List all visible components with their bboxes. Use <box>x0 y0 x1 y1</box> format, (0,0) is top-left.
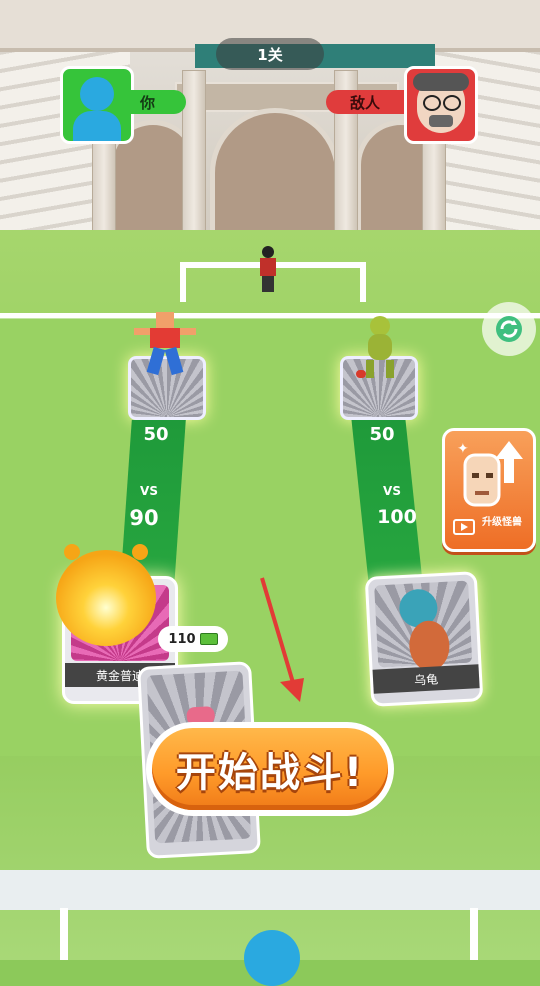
referee-head <box>262 246 274 258</box>
enemy-glasses-icon <box>423 95 441 111</box>
stadium-pillar <box>182 70 206 252</box>
goal-box-line <box>180 262 186 302</box>
enemy-monster-blocky <box>134 312 196 376</box>
level-label: 1关 <box>257 45 283 64</box>
field-line <box>60 908 68 960</box>
card-name: 乌龟 <box>413 671 439 688</box>
card-name-bar: 乌龟 <box>372 664 480 694</box>
lane-right-top-power: 50 <box>369 424 395 445</box>
price-amount: 110 <box>168 631 196 647</box>
lane-left-vs: VS <box>140 484 158 498</box>
card-turtle[interactable]: 乌龟 <box>364 571 484 707</box>
referee-character <box>258 246 278 294</box>
lane-left-top-power: 50 <box>143 424 169 445</box>
enemy-hair <box>413 73 469 91</box>
video-ad-icon <box>453 519 475 535</box>
bottom-walkway <box>0 870 540 910</box>
monster-body <box>150 328 180 348</box>
enemy-name-tag: 敌人 <box>326 90 404 114</box>
cash-icon <box>199 633 218 645</box>
price-tag: 110 <box>158 626 228 652</box>
golden-monster-character <box>46 544 166 648</box>
enemy-avatar <box>404 66 478 144</box>
monster-ear <box>132 544 148 560</box>
monster-head <box>156 312 174 328</box>
hint-arrow-icon <box>260 577 304 702</box>
enemy-name: 敌人 <box>349 93 380 112</box>
level-indicator: 1关 <box>216 38 324 70</box>
player-avatar <box>60 66 134 144</box>
player-head <box>80 77 114 111</box>
monster-leg <box>366 360 374 378</box>
enemy-monster-green <box>356 316 402 380</box>
player-body <box>73 111 121 141</box>
enemy-glasses-icon <box>443 95 461 111</box>
stadium-arch-center <box>210 108 340 250</box>
start-battle-button-face: 开始战斗! <box>152 728 388 810</box>
upgrade-label: 升级怪兽 <box>482 517 522 528</box>
monster-head <box>370 316 390 336</box>
monster-arm <box>134 328 150 335</box>
monster-body <box>368 334 392 360</box>
refresh-icon <box>496 316 522 342</box>
field-line <box>470 908 478 960</box>
svg-text:✦: ✦ <box>457 441 469 457</box>
start-battle-button[interactable]: 开始战斗! <box>146 722 394 816</box>
refresh-button[interactable] <box>482 302 536 356</box>
upgrade-monster-button[interactable]: ✦ 升级怪兽 <box>442 428 536 552</box>
monster-leg <box>146 346 166 376</box>
player-character <box>244 930 300 986</box>
monster-arm <box>180 328 196 335</box>
referee-legs <box>262 276 274 292</box>
monster-leg <box>164 346 184 376</box>
monster-body <box>56 550 156 646</box>
start-battle-label: 开始战斗! <box>175 750 365 796</box>
goal-box-line <box>360 262 366 302</box>
player-name: 你 <box>140 93 156 112</box>
lane-right-vs: VS <box>383 484 401 498</box>
lane-right-bottom-power: 100 <box>377 506 417 528</box>
upgrade-face-icon: ✦ <box>457 441 523 507</box>
monster-ear <box>64 544 80 560</box>
player-name-tag: 你 <box>130 90 186 114</box>
lane-left-bottom-power: 90 <box>129 506 159 530</box>
enemy-beard <box>429 115 453 127</box>
referee-shirt <box>260 258 276 276</box>
monster-shoe <box>356 370 366 378</box>
monster-leg <box>386 360 394 378</box>
